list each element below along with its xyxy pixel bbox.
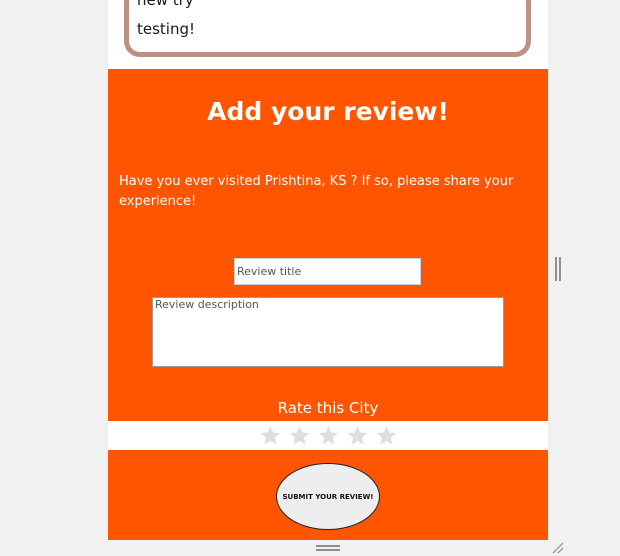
star-icon[interactable] [317,424,340,447]
comment-line: testing! [137,20,196,38]
star-icon[interactable] [259,424,282,447]
drag-handle-icon[interactable] [555,257,561,281]
star-rating [108,421,548,450]
resize-grip-icon[interactable] [552,542,564,554]
review-description-input[interactable] [152,297,504,367]
star-icon[interactable] [346,424,369,447]
review-prompt: Have you ever visited Prishtina, KS ? If… [119,174,514,209]
review-section: Add your review! Have you ever visited P… [108,69,548,540]
review-title-input[interactable] [234,258,421,285]
page-panel: new try testing! Add your review! Have y… [108,0,548,540]
star-icon[interactable] [375,424,398,447]
star-icon[interactable] [288,424,311,447]
comment-line: new try [137,0,194,9]
drag-handle-icon[interactable] [316,545,340,551]
rate-label: Rate this City [277,399,379,417]
review-heading: Add your review! [207,97,449,126]
submit-review-button[interactable]: SUBMIT YOUR REVIEW! [276,463,380,530]
comment-box: new try testing! [124,0,531,57]
